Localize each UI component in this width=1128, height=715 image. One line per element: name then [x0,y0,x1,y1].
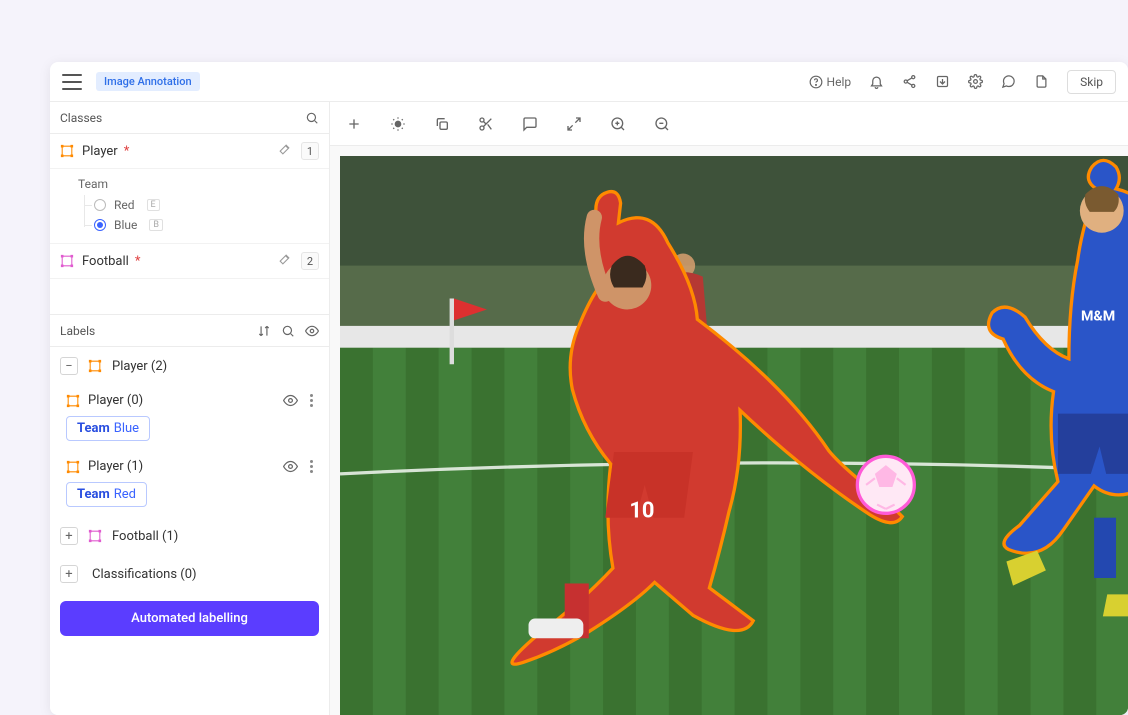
help-icon [809,75,823,89]
group-label: Football (1) [112,529,178,544]
labels-header: Labels [50,315,329,347]
share-icon[interactable] [902,74,917,89]
expand-icon[interactable] [566,116,582,132]
collapse-icon[interactable]: − [60,357,78,375]
option-label: Blue [114,218,137,232]
team-chip-blue[interactable]: TeamBlue [66,416,150,441]
label-name[interactable]: Player (1) [88,459,143,474]
key-hint: B [149,219,163,231]
skip-button[interactable]: Skip [1067,70,1116,94]
topbar-right: Help Skip [809,70,1116,94]
image-stage: 10 [340,156,1128,715]
annotation-football[interactable] [857,456,914,513]
expand-icon[interactable]: + [60,565,78,583]
zoom-in-icon[interactable] [610,116,626,132]
class-name: Player [82,144,118,159]
automated-labelling-button[interactable]: Automated labelling [60,601,319,636]
attribute-team: Team [78,173,329,195]
polygon-icon [66,460,80,474]
bell-icon[interactable] [869,74,884,89]
label-name[interactable]: Player (0) [88,393,143,408]
canvas[interactable]: 10 [330,146,1128,715]
search-icon[interactable] [281,324,295,338]
annotated-image: 10 [340,156,1128,715]
eye-icon[interactable] [283,393,298,408]
polygon-icon [88,359,102,373]
label-item-player-0: Player (0) TeamBlue [50,385,329,451]
required-icon: * [135,254,141,269]
brightness-icon[interactable] [390,116,406,132]
sort-icon[interactable] [257,324,271,338]
class-count: 2 [301,252,319,270]
wand-icon[interactable] [278,253,291,270]
team-chip-red[interactable]: TeamRed [66,482,147,507]
search-icon[interactable] [305,111,319,125]
topbar: Image Annotation Help Skip [50,62,1128,102]
save-icon[interactable] [935,74,950,89]
class-name: Football [82,254,129,269]
labels-title: Labels [60,324,95,338]
svg-text:10: 10 [629,499,654,524]
group-label: Player (2) [112,359,167,374]
help-label: Help [827,75,852,89]
polygon-icon [60,254,74,268]
expand-icon[interactable]: + [60,527,78,545]
scissors-icon[interactable] [478,116,494,132]
help-button[interactable]: Help [809,75,852,89]
group-label: Classifications (0) [92,567,197,582]
attribute-option-red[interactable]: Red E [94,195,329,215]
polygon-icon [88,529,102,543]
classes-header: Classes [50,102,329,134]
menu-icon[interactable] [62,74,82,90]
main-area: 10 [330,102,1128,715]
wand-icon[interactable] [278,143,291,160]
label-item-player-1: Player (1) TeamRed [50,451,329,517]
plus-icon[interactable] [346,116,362,132]
label-group-football[interactable]: + Football (1) [50,517,329,555]
required-icon: * [124,144,130,159]
radio-icon [94,219,106,231]
app-window: Image Annotation Help Skip Classes [50,62,1128,715]
label-group-player[interactable]: − Player (2) [50,347,329,385]
svg-text:M&M: M&M [1081,308,1115,324]
copy-icon[interactable] [434,116,450,132]
radio-icon [94,199,106,211]
class-player-attributes: Team Red E Blue B [50,169,329,244]
class-row-football[interactable]: Football * 2 [50,244,329,279]
more-icon[interactable] [306,460,317,473]
eye-icon[interactable] [305,324,319,338]
class-row-player[interactable]: Player * 1 [50,134,329,169]
label-group-classifications[interactable]: + Classifications (0) [50,555,329,593]
more-icon[interactable] [306,394,317,407]
comment-icon[interactable] [1001,74,1016,89]
class-count: 1 [301,142,319,160]
classes-title: Classes [60,111,102,125]
document-icon[interactable] [1034,74,1049,89]
canvas-toolbar [330,102,1128,146]
settings-icon[interactable] [968,74,983,89]
attribute-option-blue[interactable]: Blue B [94,215,329,235]
image-annotation-tag: Image Annotation [96,72,200,91]
option-label: Red [114,198,135,212]
eye-icon[interactable] [283,459,298,474]
polygon-icon [66,394,80,408]
comment-icon[interactable] [522,116,538,132]
zoom-out-icon[interactable] [654,116,670,132]
polygon-icon [60,144,74,158]
key-hint: E [147,199,160,211]
sidebar: Classes Player * 1 Team [50,102,330,715]
